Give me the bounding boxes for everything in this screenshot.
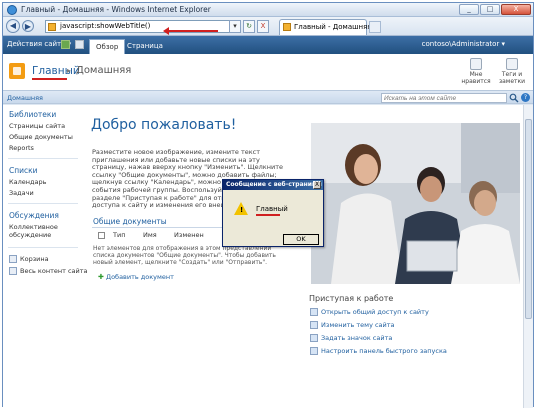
ql-item-shared-docs[interactable]: Общие документы [9, 133, 73, 141]
back-button[interactable]: ◀ [6, 19, 20, 33]
alert-dialog: Сообщение с веб-страницы X ! Главный OK [222, 179, 324, 247]
tags-notes-button[interactable]: Теги и заметки [495, 58, 529, 90]
ql-item-calendar[interactable]: Календарь [9, 178, 46, 186]
i-like-it-button[interactable]: Мне нравится [459, 58, 493, 90]
ql-divider [8, 203, 78, 204]
tab-browse[interactable]: Обзор [89, 39, 126, 54]
user-menu[interactable]: contoso\Administrator ▾ [422, 40, 505, 48]
i-like-it-label-2: нравится [461, 78, 491, 85]
help-icon[interactable]: ? [521, 93, 530, 102]
thumb-up-icon [470, 58, 482, 70]
ie-logo-icon [7, 5, 17, 15]
search-input[interactable] [381, 93, 507, 103]
ok-button[interactable]: OK [283, 234, 319, 245]
browser-toolbar: ◀ ▶ javascript:showWebTitle() ▾ ↻ X Глав… [3, 17, 533, 36]
tab-page-icon [283, 23, 291, 31]
ql-discussions-heading[interactable]: Обсуждения [9, 211, 59, 220]
dialog-message: Главный [256, 205, 288, 213]
dialog-title: Сообщение с веб-страницы [226, 181, 322, 188]
dialog-titlebar: Сообщение с веб-страницы X [223, 180, 323, 190]
ql-item-recycle-bin[interactable]: Корзина [20, 255, 49, 263]
empty-list-message: Нет элементов для отображения в этом пре… [93, 245, 276, 266]
all-content-icon [9, 267, 17, 275]
address-url[interactable]: javascript:showWebTitle() [60, 22, 150, 30]
address-dropdown[interactable]: ▾ [229, 20, 241, 33]
sp-title-area: Главный ▸ Домашняя Мне нравится Теги и з… [3, 54, 533, 90]
breadcrumb-separator: ▸ [67, 66, 72, 75]
annotation-underline [256, 214, 280, 216]
breadcrumb-home[interactable]: Главный [32, 65, 80, 77]
ql-lists-heading[interactable]: Списки [9, 166, 38, 175]
annotation-arrow [163, 27, 218, 35]
quick-launch: Библиотеки Страницы сайта Общие документ… [3, 105, 88, 408]
gs-quick-launch-link[interactable]: Настроить панель быстрого запуска [321, 347, 447, 355]
add-document-link[interactable]: Добавить документ [106, 273, 174, 281]
gs-share-site-link[interactable]: Открыть общий доступ к сайту [321, 308, 429, 316]
ql-item-tasks[interactable]: Задачи [9, 189, 34, 197]
ql-item-site-pages[interactable]: Страницы сайта [9, 122, 65, 130]
ql-libraries-heading[interactable]: Библиотеки [9, 110, 56, 119]
tag-icon [506, 58, 518, 70]
i-like-it-label-1: Мне [469, 71, 483, 78]
ql-divider [8, 247, 78, 248]
getting-started-heading: Приступая к работе [309, 294, 394, 303]
ie-window: Главный - Домашняя - Windows Internet Ex… [2, 2, 534, 408]
browser-tab[interactable]: Главный - Домашняя [279, 19, 372, 35]
gs-site-icon-link[interactable]: Задать значок сайта [321, 334, 392, 342]
window-titlebar: Главный - Домашняя - Windows Internet Ex… [3, 3, 533, 17]
gs-change-theme-link[interactable]: Изменить тему сайта [321, 321, 395, 329]
column-modified[interactable]: Изменен [174, 231, 204, 239]
refresh-button[interactable]: ↻ [243, 20, 255, 33]
site-logo-icon [9, 63, 25, 79]
warning-exclamation: ! [240, 206, 244, 214]
top-nav-strip: Домашняя ? [3, 90, 533, 104]
tags-notes-label-2: заметки [498, 78, 526, 85]
column-name[interactable]: Имя [143, 231, 157, 239]
annotation-underline [32, 78, 67, 80]
topnav-home-link[interactable]: Домашняя [7, 94, 43, 102]
doclib-title[interactable]: Общие документы [93, 217, 167, 226]
sp-ribbon-bar: Действия сайта ▾ Обзор Страница contoso\… [3, 36, 533, 54]
edit-page-icon[interactable] [75, 40, 84, 49]
ql-item-team-discussion-2[interactable]: обсуждение [9, 231, 51, 239]
search-icon[interactable] [509, 93, 519, 103]
tab-page[interactable]: Страница [121, 39, 169, 54]
forward-button[interactable]: ▶ [22, 20, 34, 32]
share-site-icon [310, 308, 318, 316]
site-icon-icon [310, 334, 318, 342]
close-window-button[interactable]: X [501, 4, 531, 15]
select-all-checkbox[interactable] [98, 232, 105, 239]
page-title: Добро пожаловать! [91, 117, 237, 133]
column-type[interactable]: Тип [113, 231, 125, 239]
change-theme-icon [310, 321, 318, 329]
tab-title: Главный - Домашняя [294, 23, 372, 31]
maximize-button[interactable]: □ [480, 4, 500, 15]
page-content: Библиотеки Страницы сайта Общие документ… [3, 105, 533, 408]
welcome-photo [311, 123, 520, 284]
ql-item-team-discussion-1[interactable]: Коллективное [9, 223, 58, 231]
ql-divider [8, 158, 78, 159]
navigate-up-icon[interactable] [61, 40, 70, 49]
page-icon [48, 23, 56, 31]
breadcrumb-page: Домашняя [76, 65, 132, 76]
new-tab-button[interactable] [369, 21, 381, 33]
window-title: Главный - Домашняя - Windows Internet Ex… [21, 5, 211, 14]
dialog-close-button[interactable]: X [313, 181, 321, 189]
add-icon: ✚ [98, 273, 104, 281]
ql-item-all-content[interactable]: Весь контент сайта [20, 267, 88, 275]
ql-item-reports[interactable]: Reports [9, 144, 34, 152]
address-bar[interactable]: javascript:showWebTitle() [45, 20, 241, 35]
tags-notes-label-1: Теги и [501, 71, 523, 78]
stop-button[interactable]: X [257, 20, 269, 33]
recycle-bin-icon [9, 255, 17, 263]
scrollbar-thumb[interactable] [525, 119, 532, 319]
minimize-button[interactable]: _ [459, 4, 479, 15]
vertical-scrollbar[interactable] [523, 105, 533, 408]
quick-launch-icon [310, 347, 318, 355]
